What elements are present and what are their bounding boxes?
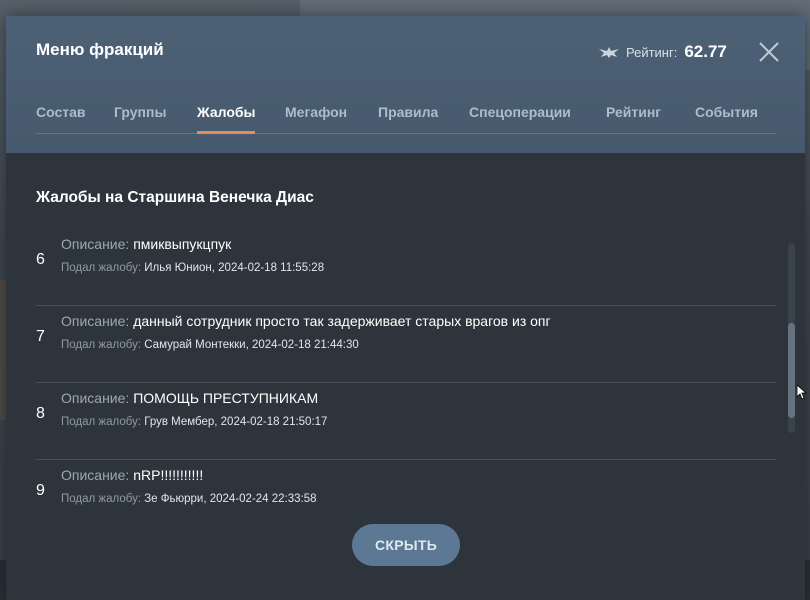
rating-wing-icon xyxy=(599,47,619,58)
modal-header: Меню фракций Рейтинг: 62.77 Состав Групп… xyxy=(6,16,805,153)
complaint-number: 7 xyxy=(36,328,45,345)
complaint-number: 8 xyxy=(36,405,45,422)
description-label: Описание: xyxy=(61,390,130,406)
description-label: Описание: xyxy=(61,313,130,329)
list-item: 7 Описание: данный сотрудник просто так … xyxy=(36,306,776,383)
filed-by-value: Илья Юнион, 2024-02-18 11:55:28 xyxy=(144,262,325,274)
description-label: Описание: xyxy=(61,467,130,483)
scrollbar-thumb[interactable] xyxy=(788,323,795,418)
complaint-description: Описание: ПОМОЩЬ ПРЕСТУПНИКАМ xyxy=(61,390,318,406)
description-value: ПОМОЩЬ ПРЕСТУПНИКАМ xyxy=(133,390,319,406)
filed-by-value: Грув Мембер, 2024-02-18 21:50:17 xyxy=(144,416,328,428)
description-value: nRP!!!!!!!!!!! xyxy=(133,467,204,483)
hide-button[interactable]: СКРЫТЬ xyxy=(352,524,460,566)
filed-by-label: Подал жалобу: xyxy=(61,262,142,274)
filed-by-label: Подал жалобу: xyxy=(61,339,142,351)
mouse-cursor-icon xyxy=(797,385,807,400)
filed-by-value: Самурай Монтекки, 2024-02-18 21:44:30 xyxy=(144,339,359,351)
complaints-panel: Жалобы на Старшина Венечка Диас 6 Описан… xyxy=(6,153,805,600)
tab-rules[interactable]: Правила xyxy=(378,104,438,120)
filed-by-label: Подал жалобу: xyxy=(61,493,142,505)
rating-display: Рейтинг: 62.77 xyxy=(598,41,727,63)
complaint-number: 6 xyxy=(36,251,45,268)
complaint-author: Подал жалобу: Илья Юнион, 2024-02-18 11:… xyxy=(61,262,324,274)
complaint-description: Описание: nRP!!!!!!!!!!! xyxy=(61,467,203,483)
complaint-author: Подал жалобу: Зе Фьюрри, 2024-02-24 22:3… xyxy=(61,493,317,505)
complaint-author: Подал жалобу: Самурай Монтекки, 2024-02-… xyxy=(61,339,359,351)
window-title: Меню фракций xyxy=(36,40,164,59)
tab-members[interactable]: Состав xyxy=(36,104,86,120)
complaint-number: 9 xyxy=(36,482,45,499)
list-item: 6 Описание: пмиквыпукцпук Подал жалобу: … xyxy=(36,229,776,306)
scrollbar[interactable] xyxy=(788,243,795,433)
tab-events[interactable]: События xyxy=(695,104,758,120)
filed-by-label: Подал жалобу: xyxy=(61,416,142,428)
description-value: пмиквыпукцпук xyxy=(133,236,232,252)
tab-special-operations[interactable]: Спецоперации xyxy=(469,104,571,120)
faction-menu-modal: Меню фракций Рейтинг: 62.77 Состав Групп… xyxy=(6,16,805,600)
tab-groups[interactable]: Группы xyxy=(114,104,166,120)
rating-value: 62.77 xyxy=(684,42,727,61)
description-label: Описание: xyxy=(61,236,130,252)
description-value: данный сотрудник просто так задерживает … xyxy=(133,313,551,329)
complaint-description: Описание: пмиквыпукцпук xyxy=(61,236,231,252)
list-item: 8 Описание: ПОМОЩЬ ПРЕСТУПНИКАМ Подал жа… xyxy=(36,383,776,460)
close-icon[interactable] xyxy=(758,41,780,63)
complaint-description: Описание: данный сотрудник просто так за… xyxy=(61,313,551,329)
tab-megaphone[interactable]: Мегафон xyxy=(285,104,347,120)
rating-label: Рейтинг: xyxy=(626,44,678,60)
tab-bar: Состав Группы Жалобы Мегафон Правила Спе… xyxy=(36,103,776,134)
tab-complaints[interactable]: Жалобы xyxy=(197,104,256,134)
tab-rating[interactable]: Рейтинг xyxy=(606,104,661,120)
filed-by-value: Зе Фьюрри, 2024-02-24 22:33:58 xyxy=(144,493,317,505)
complaints-title: Жалобы на Старшина Венечка Диас xyxy=(36,189,314,206)
complaints-list: 6 Описание: пмиквыпукцпук Подал жалобу: … xyxy=(36,229,776,536)
complaint-author: Подал жалобу: Грув Мембер, 2024-02-18 21… xyxy=(61,416,327,428)
